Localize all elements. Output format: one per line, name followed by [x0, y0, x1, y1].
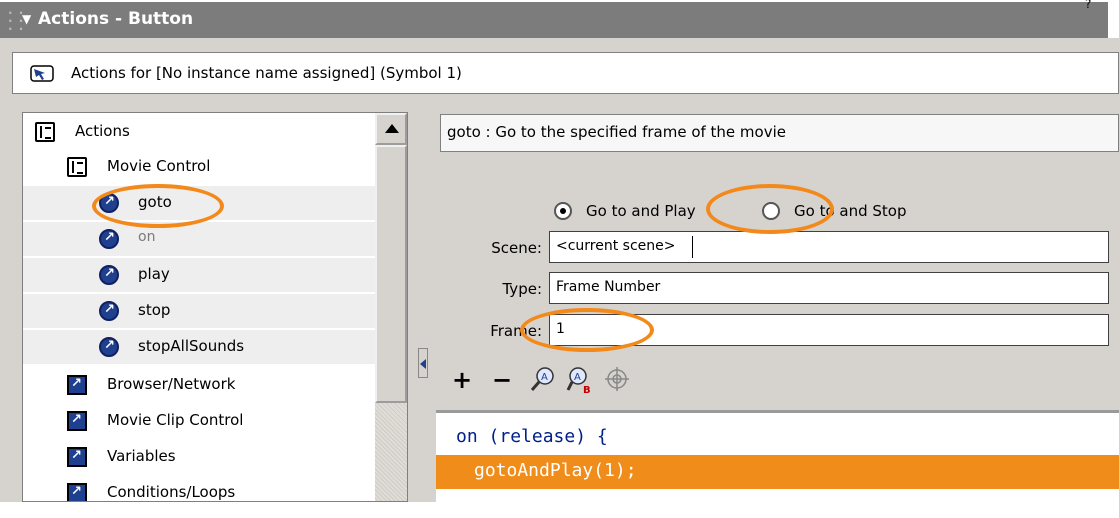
tree-group-browser-network[interactable]: Browser/Network	[23, 368, 375, 402]
crosshair-icon[interactable]	[604, 366, 630, 392]
action-description: goto : Go to the specified frame of the …	[440, 114, 1119, 152]
scene-label: Scene:	[491, 239, 542, 257]
actions-toolbox[interactable]: Actions Movie Control goto on play stop …	[22, 112, 408, 502]
action-square-icon	[67, 375, 87, 395]
remove-action-button[interactable]: −	[492, 368, 512, 392]
book-icon	[35, 122, 55, 142]
tree-category-movie-control[interactable]: Movie Control	[23, 150, 375, 184]
action-circle-icon	[99, 301, 119, 321]
action-square-icon	[67, 447, 87, 467]
tree-item-on[interactable]: on	[23, 222, 375, 256]
tree-group-label: Movie Clip Control	[107, 411, 244, 429]
tree-group-label: Browser/Network	[107, 375, 236, 393]
panel-header[interactable]: · · · · · · ▼ Actions - Button	[0, 2, 1108, 38]
header-marker: ?	[1085, 0, 1092, 11]
code-text: (release) {	[477, 426, 608, 447]
action-square-icon	[67, 483, 87, 501]
code-line-1[interactable]: on (release) {	[436, 421, 1119, 455]
action-circle-icon	[99, 265, 119, 285]
arrow-pointer-icon	[30, 65, 54, 82]
action-circle-icon	[99, 229, 119, 249]
action-description-text: goto : Go to the specified frame of the …	[447, 123, 786, 141]
tree-category-label: Movie Control	[107, 157, 211, 175]
tree-item-stopallsounds[interactable]: stopAllSounds	[23, 330, 375, 364]
tree-group-variables[interactable]: Variables	[23, 440, 375, 474]
collapse-pane-arrow-icon[interactable]	[418, 348, 428, 378]
tree-group-movie-clip-control[interactable]: Movie Clip Control	[23, 404, 375, 438]
svg-text:A: A	[541, 372, 548, 383]
tree-item-label: stop	[138, 301, 171, 319]
tree-item-label: stopAllSounds	[138, 337, 245, 355]
target-label: Actions for [No instance name assigned] …	[71, 64, 462, 82]
type-label: Type:	[502, 280, 542, 298]
collapse-arrow-icon[interactable]: ▼	[22, 12, 31, 26]
annotation-circle-go-to-and-stop	[706, 184, 834, 234]
action-circle-icon	[99, 337, 119, 357]
target-bar: Actions for [No instance name assigned] …	[12, 52, 1119, 94]
tree-item-play[interactable]: play	[23, 258, 375, 292]
svg-text:B: B	[583, 385, 591, 394]
svg-text:A: A	[574, 372, 581, 383]
add-action-button[interactable]: +	[452, 368, 472, 392]
pane-splitter[interactable]	[410, 112, 430, 502]
annotation-circle-goto	[92, 184, 224, 228]
toolbox-scrollbar[interactable]	[375, 113, 407, 501]
radio-button-checked[interactable]	[554, 202, 572, 220]
actions-panel: Actions for [No instance name assigned] …	[0, 38, 1119, 502]
tree-group-label: Conditions/Loops	[107, 483, 236, 501]
tree-item-label: on	[138, 229, 156, 245]
radio-label: Go to and Play	[586, 202, 696, 220]
action-square-icon	[67, 411, 87, 431]
script-toolbar: + − A A B	[440, 358, 1119, 408]
replace-icon[interactable]: A B	[566, 366, 594, 394]
code-line-2-selected[interactable]: gotoAndPlay(1);	[436, 455, 1119, 489]
panel-title: Actions - Button	[38, 9, 194, 29]
tree-group-label: Variables	[107, 447, 176, 465]
tree-group-conditions-loops[interactable]: Conditions/Loops	[23, 476, 375, 501]
code-text: gotoAndPlay(1);	[474, 460, 637, 481]
tree-item-stop[interactable]: stop	[23, 294, 375, 328]
code-keyword: on	[456, 426, 478, 447]
scene-value: <current scene>	[556, 238, 676, 254]
scene-field[interactable]: <current scene>	[549, 231, 1109, 263]
text-caret	[692, 236, 693, 258]
script-editor[interactable]: on (release) { gotoAndPlay(1);	[436, 410, 1119, 502]
book-icon	[67, 157, 87, 177]
tree-root-label: Actions	[75, 122, 130, 140]
annotation-circle-frame	[520, 308, 654, 352]
type-value: Frame Number	[556, 279, 661, 295]
scroll-thumb[interactable]	[375, 145, 407, 403]
find-icon[interactable]: A	[530, 366, 556, 392]
tree-root-actions[interactable]: Actions	[23, 115, 375, 149]
scroll-up-arrow-icon[interactable]	[375, 113, 407, 145]
tree-item-label: play	[138, 265, 170, 283]
type-field[interactable]: Frame Number	[549, 272, 1109, 304]
